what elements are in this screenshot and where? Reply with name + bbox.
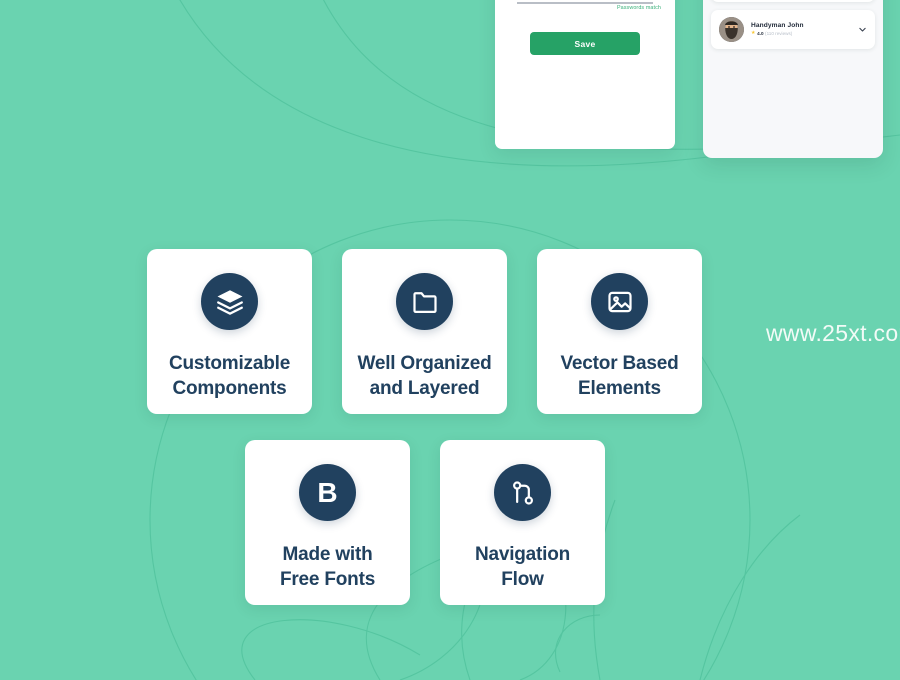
feature-title: Vector Based Elements bbox=[560, 353, 679, 400]
passwords-match-hint: Passwords match bbox=[616, 5, 661, 11]
feature-title: Navigation Flow bbox=[474, 544, 571, 591]
provider-header[interactable]: Handyman John ★ 4.0 (110 reviews) bbox=[719, 17, 867, 42]
feature-title: Customizable Components bbox=[168, 353, 291, 400]
watermark-text: www.25xt.com bbox=[766, 320, 900, 346]
letter-b-glyph: B bbox=[317, 476, 338, 508]
review-count: (110 reviews) bbox=[765, 31, 793, 37]
feature-card-navigation-flow[interactable]: Navigation Flow bbox=[440, 440, 605, 605]
list-item[interactable]: Handyman John ★ 4.0 (110 reviews) bbox=[711, 10, 875, 49]
provider-rating: ★ 4.0 (110 reviews) bbox=[751, 30, 851, 37]
folder-icon bbox=[396, 273, 453, 330]
image-icon bbox=[591, 273, 648, 330]
star-icon: ★ bbox=[751, 30, 756, 37]
feature-card-vector-based[interactable]: Vector Based Elements bbox=[537, 249, 702, 414]
provider-name: Handyman John bbox=[751, 22, 804, 30]
rating-value: 4.0 bbox=[757, 31, 764, 37]
feature-title: Made with Free Fonts bbox=[279, 544, 376, 591]
password-form-card: Passwords match Save bbox=[495, 0, 675, 149]
list-item[interactable]: The House Fixers ★ 4.2 (85 reviews) DIST… bbox=[711, 0, 875, 2]
feature-card-free-fonts[interactable]: B Made with Free Fonts bbox=[245, 440, 410, 605]
password-field-underline[interactable] bbox=[517, 2, 653, 4]
letter-b-icon: B bbox=[299, 464, 356, 521]
git-branch-icon bbox=[494, 464, 551, 521]
chevron-down-icon[interactable] bbox=[858, 25, 867, 34]
feature-card-well-organized[interactable]: Well Organized and Layered bbox=[342, 249, 507, 414]
layers-icon bbox=[201, 273, 258, 330]
avatar bbox=[719, 17, 744, 42]
provider-meta: Handyman John ★ 4.0 (110 reviews) bbox=[751, 22, 851, 36]
feature-card-customizable-components[interactable]: Customizable Components bbox=[147, 249, 312, 414]
save-button[interactable]: Save bbox=[530, 32, 640, 55]
feature-title: Well Organized and Layered bbox=[357, 353, 492, 400]
providers-panel: The Plumber Bros ★ 4.6 (825 reviews) bbox=[703, 0, 883, 158]
